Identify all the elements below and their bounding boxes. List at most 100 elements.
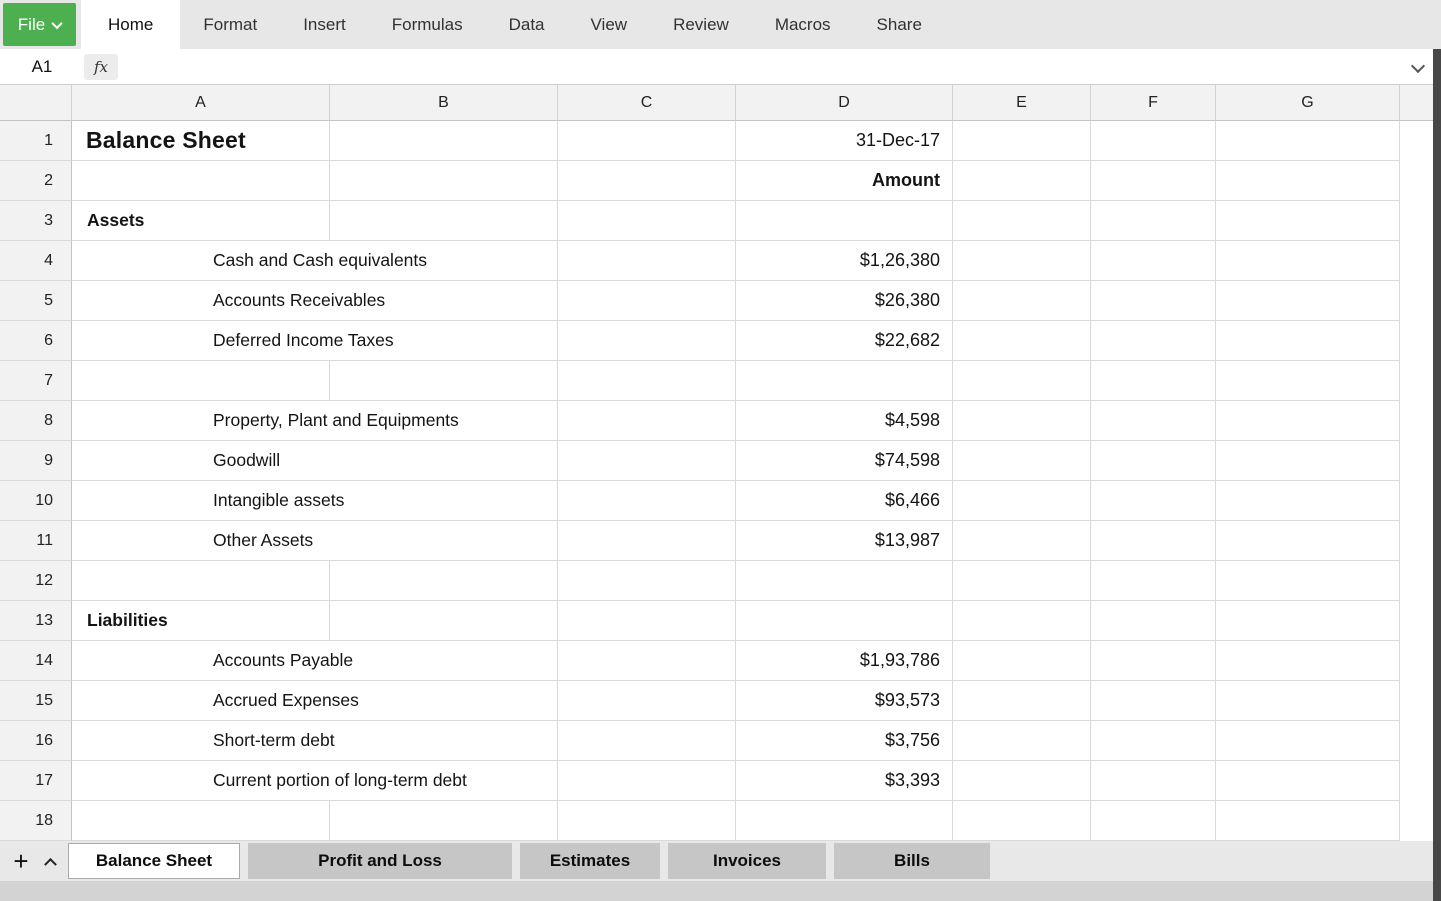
cell-E8[interactable] <box>953 401 1091 441</box>
cell-G17[interactable] <box>1216 761 1400 801</box>
cell-C2[interactable] <box>558 161 736 201</box>
cell-D6[interactable]: $22,682 <box>736 321 953 361</box>
cell-D13[interactable] <box>736 601 953 641</box>
column-header-E[interactable]: E <box>953 85 1091 121</box>
cell-G10[interactable] <box>1216 481 1400 521</box>
cell-G15[interactable] <box>1216 681 1400 721</box>
column-header-F[interactable]: F <box>1091 85 1216 121</box>
cell-E16[interactable] <box>953 721 1091 761</box>
cell-F16[interactable] <box>1091 721 1216 761</box>
cell-G2[interactable] <box>1216 161 1400 201</box>
row-header-6[interactable]: 6 <box>0 321 72 361</box>
cell-F8[interactable] <box>1091 401 1216 441</box>
cell-F4[interactable] <box>1091 241 1216 281</box>
column-header-C[interactable]: C <box>558 85 736 121</box>
horizontal-scrollbar-track[interactable] <box>0 881 1433 901</box>
cell-F14[interactable] <box>1091 641 1216 681</box>
cell-C4[interactable] <box>558 241 736 281</box>
cell-E17[interactable] <box>953 761 1091 801</box>
menu-item-format[interactable]: Format <box>180 0 280 49</box>
cell-C7[interactable] <box>558 361 736 401</box>
row-header-5[interactable]: 5 <box>0 281 72 321</box>
menu-item-insert[interactable]: Insert <box>280 0 369 49</box>
vertical-scrollbar[interactable] <box>1433 49 1441 901</box>
cell-A6[interactable]: Deferred Income Taxes <box>72 321 558 361</box>
cell-C5[interactable] <box>558 281 736 321</box>
cell-C16[interactable] <box>558 721 736 761</box>
cell-E15[interactable] <box>953 681 1091 721</box>
cell-A12[interactable] <box>72 561 330 601</box>
cell-G1[interactable] <box>1216 121 1400 161</box>
row-header-8[interactable]: 8 <box>0 401 72 441</box>
cell-D4[interactable]: $1,26,380 <box>736 241 953 281</box>
row-header-16[interactable]: 16 <box>0 721 72 761</box>
cell-E10[interactable] <box>953 481 1091 521</box>
cell-C14[interactable] <box>558 641 736 681</box>
menu-item-review[interactable]: Review <box>650 0 752 49</box>
row-header-18[interactable]: 18 <box>0 801 72 841</box>
cell-G12[interactable] <box>1216 561 1400 601</box>
cell-E5[interactable] <box>953 281 1091 321</box>
sheet-tab-estimates[interactable]: Estimates <box>520 843 660 879</box>
column-header-A[interactable]: A <box>72 85 330 121</box>
menu-item-formulas[interactable]: Formulas <box>369 0 486 49</box>
cell-C18[interactable] <box>558 801 736 841</box>
cell-C13[interactable] <box>558 601 736 641</box>
cell-E18[interactable] <box>953 801 1091 841</box>
row-header-14[interactable]: 14 <box>0 641 72 681</box>
cell-E9[interactable] <box>953 441 1091 481</box>
row-header-10[interactable]: 10 <box>0 481 72 521</box>
column-header-B[interactable]: B <box>330 85 558 121</box>
sheet-tab-balance-sheet[interactable]: Balance Sheet <box>68 843 240 879</box>
menu-item-share[interactable]: Share <box>854 0 945 49</box>
cell-G16[interactable] <box>1216 721 1400 761</box>
cell-G18[interactable] <box>1216 801 1400 841</box>
cell-A14[interactable]: Accounts Payable <box>72 641 558 681</box>
cell-A1[interactable]: Balance Sheet <box>72 121 330 161</box>
cell-D1[interactable]: 31-Dec-17 <box>736 121 953 161</box>
cell-D2[interactable]: Amount <box>736 161 953 201</box>
cell-D14[interactable]: $1,93,786 <box>736 641 953 681</box>
cell-D17[interactable]: $3,393 <box>736 761 953 801</box>
row-header-13[interactable]: 13 <box>0 601 72 641</box>
cell-F3[interactable] <box>1091 201 1216 241</box>
row-header-11[interactable]: 11 <box>0 521 72 561</box>
cell-B2[interactable] <box>330 161 558 201</box>
cell-F7[interactable] <box>1091 361 1216 401</box>
formula-bar-expand-icon[interactable] <box>1411 59 1425 73</box>
cell-G5[interactable] <box>1216 281 1400 321</box>
cell-F10[interactable] <box>1091 481 1216 521</box>
cell-C8[interactable] <box>558 401 736 441</box>
cell-D11[interactable]: $13,987 <box>736 521 953 561</box>
cell-E13[interactable] <box>953 601 1091 641</box>
cell-D5[interactable]: $26,380 <box>736 281 953 321</box>
cell-A11[interactable]: Other Assets <box>72 521 558 561</box>
menu-item-macros[interactable]: Macros <box>752 0 854 49</box>
row-header-2[interactable]: 2 <box>0 161 72 201</box>
cell-G11[interactable] <box>1216 521 1400 561</box>
cell-B13[interactable] <box>330 601 558 641</box>
cell-F9[interactable] <box>1091 441 1216 481</box>
file-button[interactable]: File <box>3 3 76 46</box>
cell-A17[interactable]: Current portion of long-term debt <box>72 761 558 801</box>
sheet-tab-profit-and-loss[interactable]: Profit and Loss <box>248 843 512 879</box>
cell-A4[interactable]: Cash and Cash equivalents <box>72 241 558 281</box>
cell-F6[interactable] <box>1091 321 1216 361</box>
cell-E2[interactable] <box>953 161 1091 201</box>
cell-D12[interactable] <box>736 561 953 601</box>
cell-G13[interactable] <box>1216 601 1400 641</box>
row-header-12[interactable]: 12 <box>0 561 72 601</box>
cell-F12[interactable] <box>1091 561 1216 601</box>
cell-G14[interactable] <box>1216 641 1400 681</box>
cell-G7[interactable] <box>1216 361 1400 401</box>
cell-C1[interactable] <box>558 121 736 161</box>
cell-B18[interactable] <box>330 801 558 841</box>
menu-item-home[interactable]: Home <box>81 0 180 49</box>
cell-F13[interactable] <box>1091 601 1216 641</box>
cell-B7[interactable] <box>330 361 558 401</box>
cell-D3[interactable] <box>736 201 953 241</box>
cell-F2[interactable] <box>1091 161 1216 201</box>
cell-A15[interactable]: Accrued Expenses <box>72 681 558 721</box>
cell-D10[interactable]: $6,466 <box>736 481 953 521</box>
cell-C12[interactable] <box>558 561 736 601</box>
